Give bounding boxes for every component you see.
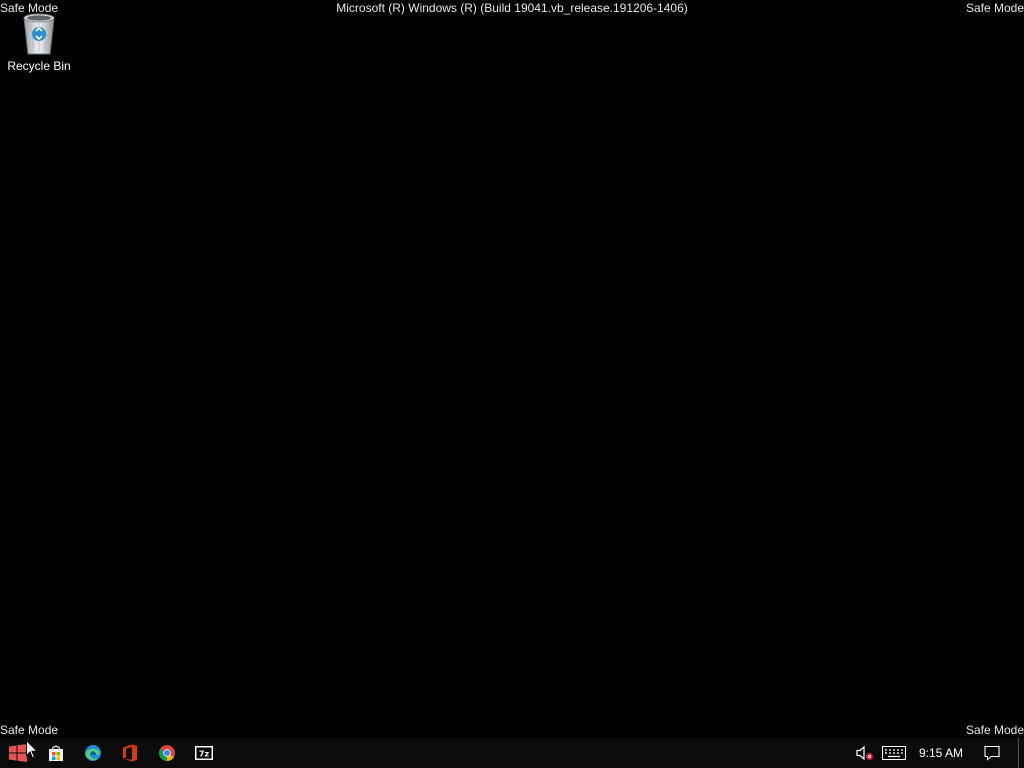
desktop[interactable]: Safe Mode Microsoft (R) Windows (R) (Bui… bbox=[0, 0, 1024, 738]
7zip-icon: 7z bbox=[195, 746, 213, 760]
store-bag-icon bbox=[49, 745, 63, 761]
build-string: Microsoft (R) Windows (R) (Build 19041.v… bbox=[336, 1, 688, 15]
safe-mode-label-bottom-right: Safe Mode bbox=[965, 723, 1024, 737]
tray-clock[interactable]: 9:15 AM bbox=[912, 738, 970, 768]
chrome-icon bbox=[159, 745, 175, 761]
keyboard-icon bbox=[882, 746, 906, 760]
safe-mode-label-bottom-left: Safe Mode bbox=[0, 723, 59, 737]
desktop-icon-label: Recycle Bin bbox=[7, 59, 71, 73]
action-center-icon bbox=[984, 745, 1000, 761]
mouse-pointer bbox=[26, 739, 39, 764]
taskbar-microsoft-store[interactable] bbox=[38, 738, 74, 768]
taskbar-microsoft-edge[interactable] bbox=[75, 738, 111, 768]
taskbar-7zip[interactable]: 7z bbox=[186, 738, 222, 768]
show-desktop-button[interactable] bbox=[1018, 738, 1024, 768]
desktop-icon-recycle-bin[interactable]: Recycle Bin bbox=[4, 10, 74, 73]
safe-mode-label-top-right: Safe Mode bbox=[965, 1, 1024, 15]
windows-logo-icon bbox=[9, 744, 27, 762]
taskbar-office[interactable] bbox=[112, 738, 148, 768]
volume-muted-icon bbox=[856, 745, 874, 761]
edge-icon bbox=[85, 745, 101, 761]
tray-volume[interactable] bbox=[852, 738, 878, 768]
office-icon bbox=[123, 744, 137, 762]
taskbar: 7z 9:15 AM bbox=[0, 738, 1024, 768]
recycle-bin-icon bbox=[17, 10, 61, 56]
svg-text:7z: 7z bbox=[199, 750, 210, 759]
tray-keyboard[interactable] bbox=[880, 738, 908, 768]
taskbar-google-chrome[interactable] bbox=[149, 738, 185, 768]
tray-notifications[interactable] bbox=[978, 738, 1006, 768]
